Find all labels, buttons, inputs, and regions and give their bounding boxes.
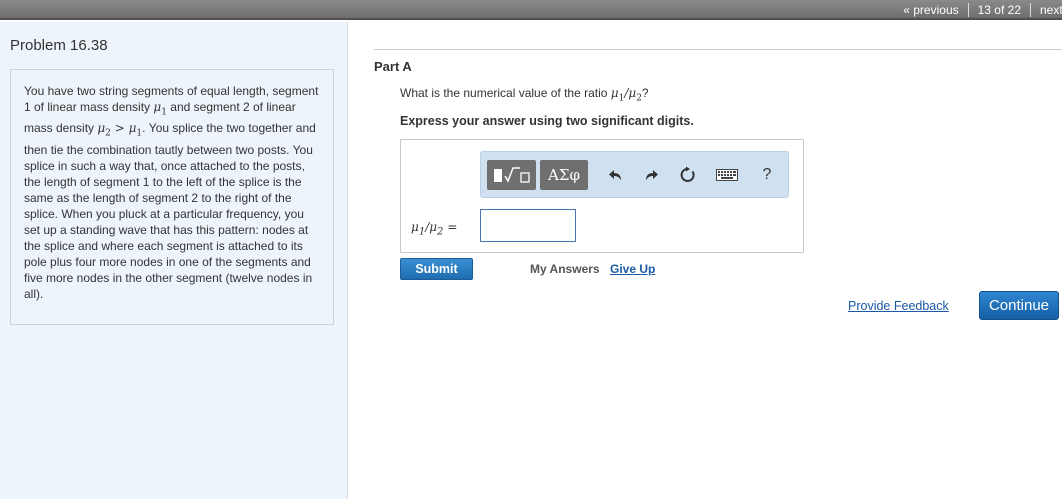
templates-icon bbox=[493, 167, 530, 183]
nav-divider bbox=[1030, 3, 1031, 17]
question-text: What is the numerical value of the ratio… bbox=[400, 86, 649, 104]
provide-feedback-link[interactable]: Provide Feedback bbox=[848, 299, 949, 313]
help-icon: ? bbox=[762, 166, 772, 183]
reset-icon bbox=[680, 166, 695, 182]
problem-counter: 13 of 22 bbox=[977, 3, 1021, 17]
answer-label: μ1/μ2 = bbox=[411, 220, 458, 238]
undo-icon bbox=[609, 170, 621, 180]
part-label: Part A bbox=[374, 59, 412, 74]
keyboard-icon bbox=[716, 169, 738, 181]
continue-button[interactable]: Continue bbox=[979, 291, 1059, 320]
undo-button[interactable] bbox=[606, 160, 626, 190]
instruction-text: Express your answer using two significan… bbox=[400, 114, 694, 128]
next-link[interactable]: next bbox=[1040, 3, 1062, 17]
keyboard-button[interactable] bbox=[714, 160, 740, 190]
problem-title: Problem 16.38 bbox=[10, 37, 108, 54]
help-button[interactable]: ? bbox=[758, 160, 776, 190]
give-up-link[interactable]: Give Up bbox=[610, 262, 655, 276]
answer-box: ΑΣφ ? μ1/μ2 = bbox=[400, 139, 804, 253]
greek-icon: ΑΣφ bbox=[548, 166, 580, 184]
answer-input[interactable] bbox=[480, 209, 576, 242]
submit-button[interactable]: Submit bbox=[400, 258, 473, 280]
problem-text: . You splice the two together and then t… bbox=[24, 121, 316, 301]
redo-button[interactable] bbox=[641, 160, 661, 190]
greek-symbols-button[interactable]: ΑΣφ bbox=[540, 160, 588, 190]
divider bbox=[374, 49, 1062, 50]
problem-navigation: « previous 13 of 22 next bbox=[903, 0, 1062, 20]
mu2-gt-mu1-expression: μ2 > μ1 bbox=[97, 121, 143, 139]
top-bar: « previous 13 of 22 next bbox=[0, 0, 1062, 20]
templates-button[interactable] bbox=[487, 160, 536, 190]
math-toolbar: ΑΣφ ? bbox=[480, 151, 789, 198]
problem-panel: Problem 16.38 You have two string segmen… bbox=[0, 22, 348, 499]
mu1-symbol: μ1 bbox=[153, 100, 167, 118]
reset-button[interactable] bbox=[677, 160, 699, 190]
previous-link[interactable]: « previous bbox=[903, 3, 958, 17]
problem-statement: You have two string segments of equal le… bbox=[10, 69, 334, 325]
answer-panel: Part A What is the numerical value of th… bbox=[374, 22, 1062, 499]
nav-divider bbox=[967, 3, 969, 17]
ratio-expression: μ1/μ2 bbox=[610, 86, 642, 104]
redo-icon bbox=[646, 170, 658, 180]
my-answers-label: My Answers bbox=[530, 262, 600, 276]
